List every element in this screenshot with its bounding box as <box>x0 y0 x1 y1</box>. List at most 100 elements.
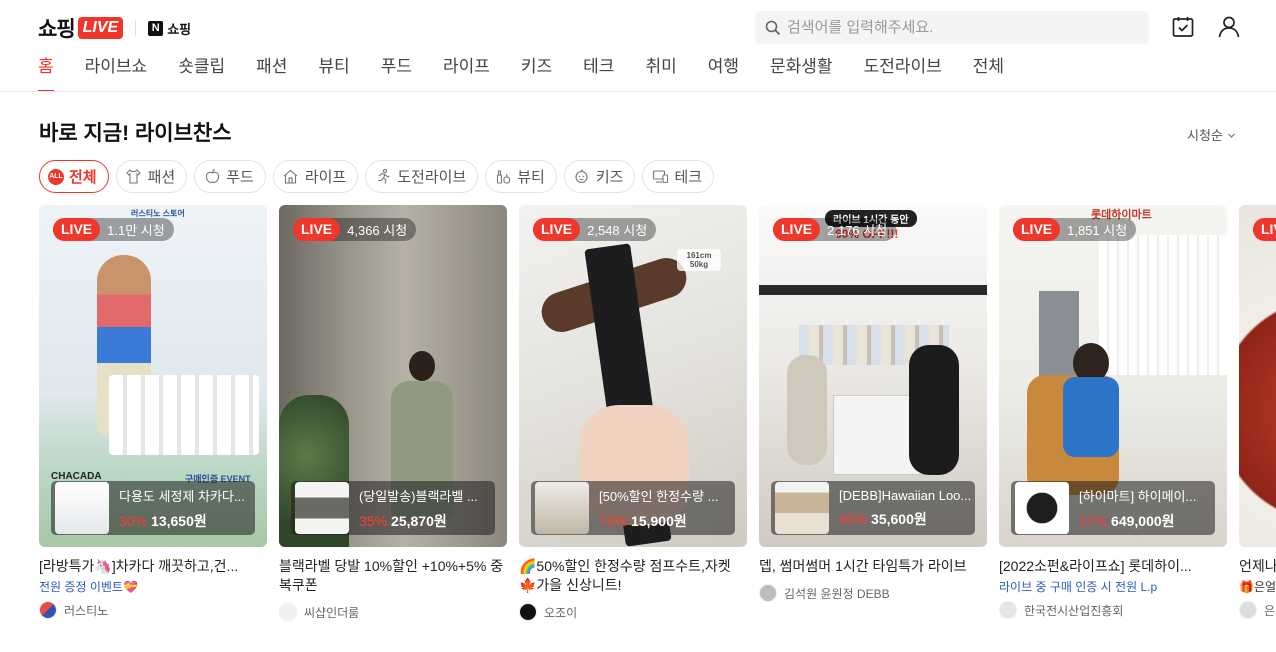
seller-avatar <box>39 601 57 619</box>
chip-label: 라이프 <box>304 169 347 186</box>
seller-avatar <box>279 603 297 621</box>
nav-live-show[interactable]: 라이브쇼 <box>85 52 148 92</box>
chevron-down-icon <box>1227 133 1235 138</box>
live-title[interactable]: 뎁, 썸머썸머 1시간 타임특가 라이브 <box>759 557 987 576</box>
seller-avatar <box>519 603 537 621</box>
sort-dropdown[interactable]: 시청순 <box>1187 125 1236 144</box>
product-overlay[interactable]: [하이마트] 하이메이... 17% 649,000원 <box>1011 481 1215 535</box>
calendar-check-icon[interactable] <box>1170 14 1196 40</box>
nav-divider <box>0 91 1276 92</box>
nav-challenge-live[interactable]: 도전라이브 <box>864 52 942 92</box>
seller-info[interactable]: 김석원 윤원정 DEBB <box>759 584 987 602</box>
live-viewer-pill: LIVE 2,176 시청 <box>773 218 897 241</box>
live-thumbnail[interactable]: LIVE 4,366 시청 (당일발송)블랙라벨 ... 35% 25,870원 <box>279 205 507 547</box>
chip-fashion[interactable]: 패션 <box>115 160 188 193</box>
search-icon <box>765 20 781 35</box>
live-thumbnail[interactable]: LIVE <box>1239 205 1276 547</box>
live-card[interactable]: 러스티노 스토어 CHACADA 구매인증 EVENT LIVE 1.1만 시청… <box>39 205 267 619</box>
live-title[interactable]: [라방특가🦄]차카다 깨끗하고,건... <box>39 557 267 576</box>
seller-info[interactable]: 러스티노 <box>39 601 267 619</box>
live-thumbnail[interactable]: 161cm 50kg LIVE 2,548 시청 [50%할인 한정수량 ...… <box>519 205 747 547</box>
nav-short-clip[interactable]: 숏클립 <box>178 52 225 92</box>
nav-all[interactable]: 전체 <box>973 52 1004 92</box>
logo-text: 쇼핑 <box>38 18 76 41</box>
chip-tech[interactable]: 테크 <box>642 160 715 193</box>
seller-info[interactable]: 한국전시산업진흥회 <box>999 601 1227 619</box>
nav-life[interactable]: 라이프 <box>443 52 490 92</box>
product-name: 다용도 세정제 차카다... <box>119 488 245 504</box>
chip-label: 전체 <box>69 169 97 186</box>
nav-beauty[interactable]: 뷰티 <box>318 52 349 92</box>
live-title[interactable]: 블랙라벨 당발 10%할인 +10%+5% 중복쿠폰 <box>279 557 507 595</box>
search-box[interactable] <box>755 11 1149 44</box>
live-thumbnail[interactable]: 롯데하이마트 LIVE 1,851 시청 [하이마트] 하이메이... 17% 6… <box>999 205 1227 547</box>
chip-all[interactable]: ALL 전체 <box>39 160 109 193</box>
product-overlay[interactable]: 다용도 세정제 차카다... 30% 13,650원 <box>51 481 255 535</box>
discount-rate: 30% <box>119 512 148 529</box>
runner-icon <box>374 168 392 186</box>
live-badge: LIVE <box>293 218 341 241</box>
chip-label: 패션 <box>147 169 176 186</box>
seller-info[interactable]: 은 <box>1239 601 1276 619</box>
seller-name: 씨샵인더룸 <box>304 605 360 620</box>
baby-icon <box>573 168 591 186</box>
seller-info[interactable]: 오조이 <box>519 603 747 621</box>
naver-shopping-link[interactable]: 쇼핑 <box>167 19 191 38</box>
monitor-icon <box>651 168 669 186</box>
chip-life[interactable]: 라이프 <box>272 160 359 193</box>
live-title[interactable]: 언제나 <box>1239 557 1276 576</box>
live-card[interactable]: 161cm 50kg LIVE 2,548 시청 [50%할인 한정수량 ...… <box>519 205 747 621</box>
thumb-size-label: 161cm 50kg <box>677 249 721 271</box>
nav-kids[interactable]: 키즈 <box>521 52 552 92</box>
live-title[interactable]: [2022소펀&라이프쇼] 롯데하이... <box>999 557 1227 576</box>
viewer-count: 2,548 시청 <box>587 223 648 238</box>
chip-kids[interactable]: 키즈 <box>563 160 636 193</box>
chip-label: 도전라이브 <box>397 169 467 186</box>
live-thumbnail[interactable]: 라이브 1시간 동안 60% OFF!!! LIVE 2,176 시청 [DEB… <box>759 205 987 547</box>
live-card-list: 러스티노 스토어 CHACADA 구매인증 EVENT LIVE 1.1만 시청… <box>39 205 1276 635</box>
search-input[interactable] <box>787 19 1127 36</box>
nav-culture[interactable]: 문화생활 <box>770 52 833 92</box>
viewer-count: 4,366 시청 <box>347 223 408 238</box>
product-overlay[interactable]: [DEBB]Hawaiian Loo... 60% 35,600원 <box>771 481 975 535</box>
nav-tech[interactable]: 테크 <box>583 52 614 92</box>
top-bar: 쇼핑 LIVE N 쇼핑 <box>0 0 1276 52</box>
shopping-live-logo[interactable]: 쇼핑 LIVE N 쇼핑 <box>38 13 191 43</box>
nav-hobby[interactable]: 취미 <box>645 52 676 92</box>
shirt-icon <box>125 168 143 186</box>
nav-travel[interactable]: 여행 <box>708 52 739 92</box>
product-overlay[interactable]: [50%할인 한정수량 ... 73% 15,900원 <box>531 481 735 535</box>
nav-home[interactable]: 홈 <box>38 52 54 92</box>
live-card[interactable]: LIVE 언제나 🎁은얼 은 <box>1239 205 1276 619</box>
seller-avatar <box>999 601 1017 619</box>
seller-avatar <box>1239 601 1257 619</box>
chip-beauty[interactable]: 뷰티 <box>485 160 557 193</box>
chip-challenge-live[interactable]: 도전라이브 <box>365 160 479 193</box>
seller-info[interactable]: 씨샵인더룸 <box>279 603 507 621</box>
product-name: (당일발송)블랙라벨 ... <box>359 488 478 504</box>
product-name: [50%할인 한정수량 ... <box>599 488 719 504</box>
live-title[interactable]: 🌈50%할인 한정수량 점프수트,자켓🍁가을 신상니트! <box>519 557 747 595</box>
live-badge: LIVE <box>1013 218 1061 241</box>
discount-rate: 35% <box>359 512 388 529</box>
live-card[interactable]: LIVE 4,366 시청 (당일발송)블랙라벨 ... 35% 25,870원 … <box>279 205 507 621</box>
discount-rate: 73% <box>599 512 628 529</box>
live-benefit-tag: 전원 증정 이벤트💝 <box>39 580 138 594</box>
product-price: 13,650원 <box>151 512 207 529</box>
live-badge: LIVE <box>1253 218 1276 241</box>
user-icon[interactable] <box>1216 14 1242 40</box>
nav-fashion[interactable]: 패션 <box>256 52 287 92</box>
product-image <box>535 482 589 534</box>
all-icon: ALL <box>48 168 64 185</box>
chip-food[interactable]: 푸드 <box>194 160 266 193</box>
live-card[interactable]: 롯데하이마트 LIVE 1,851 시청 [하이마트] 하이메이... 17% 6… <box>999 205 1227 619</box>
nav-food[interactable]: 푸드 <box>381 52 412 92</box>
chip-label: 푸드 <box>226 169 254 186</box>
live-card[interactable]: 라이브 1시간 동안 60% OFF!!! LIVE 2,176 시청 [DEB… <box>759 205 987 602</box>
live-benefit-tag: 🎁은얼 <box>1239 580 1276 594</box>
live-thumbnail[interactable]: 러스티노 스토어 CHACADA 구매인증 EVENT LIVE 1.1만 시청… <box>39 205 267 547</box>
viewer-count: 1.1만 시청 <box>107 223 165 238</box>
live-badge: LIVE <box>53 218 101 241</box>
live-viewer-pill: LIVE <box>1253 218 1276 241</box>
product-overlay[interactable]: (당일발송)블랙라벨 ... 35% 25,870원 <box>291 481 495 535</box>
